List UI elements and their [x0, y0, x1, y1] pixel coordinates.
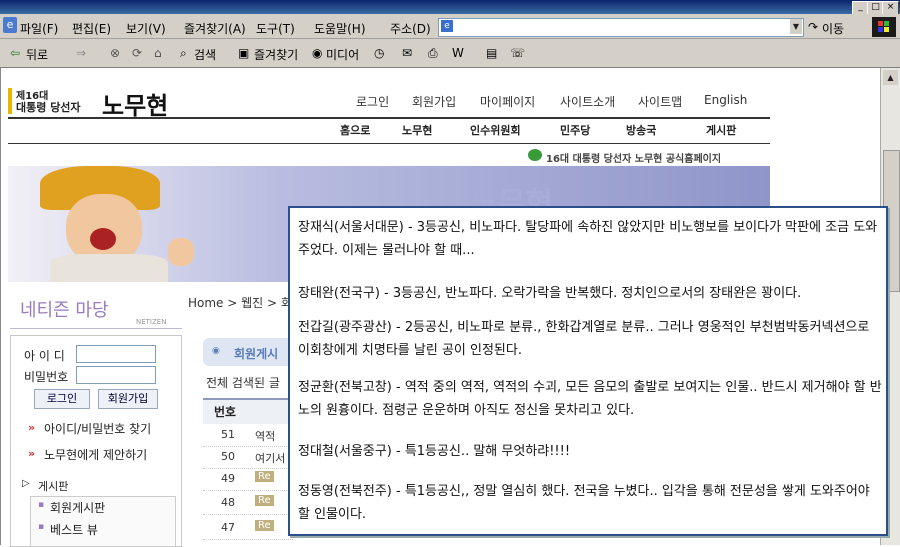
popup-entry: 장재식(서울서대문) - 3등공신, 비노파다. 탈당파에 속하진 않았지만 비… [298, 220, 878, 258]
board-heading: 게시판 [38, 480, 69, 493]
back-arrow-icon: ⇦ [10, 46, 21, 60]
triangle-icon: ▷ [22, 478, 30, 489]
login-button[interactable]: 로그인 [34, 389, 90, 409]
bullet-icon: ▪ [38, 522, 45, 532]
top-link-login[interactable]: 로그인 [356, 93, 389, 110]
table-row[interactable]: 49 Re [203, 468, 293, 491]
sidebar-divider [10, 328, 182, 329]
row-number: 48 [221, 496, 235, 509]
address-dropdown-icon[interactable]: ▼ [790, 19, 802, 34]
nav-committee[interactable]: 인수위원회 [470, 122, 521, 138]
media-icon: ◉ [312, 46, 323, 60]
ie-logo-icon: e [3, 17, 17, 33]
tab-bullet-icon: ◉ [212, 346, 220, 356]
row-title[interactable]: 여기서 [255, 450, 285, 466]
popup-entry: 정동영(전북전주) - 특1등공신,, 정말 열심히 했다. 전국을 누볐다..… [298, 484, 870, 522]
messenger-icon[interactable]: ☏ [510, 46, 525, 60]
forward-icon[interactable]: ⇒ [76, 46, 86, 60]
join-button[interactable]: 회원가입 [98, 389, 158, 409]
reply-badge[interactable]: Re [255, 520, 274, 531]
popup-entry: 장태완(전국구) - 3등공신, 반노파다. 오락가락을 반복했다. 정치인으로… [298, 286, 802, 301]
menu-view[interactable]: 보기(V) [126, 20, 166, 37]
pw-label: 비밀번호 [24, 370, 69, 384]
row-title[interactable]: 역적 [255, 428, 275, 444]
board-item-best[interactable]: 베스트 뷰 [50, 521, 98, 538]
table-row[interactable]: 50 여기서 [203, 446, 293, 469]
discuss-icon[interactable]: ▤ [486, 46, 497, 60]
row-number: 49 [221, 472, 235, 485]
search-button[interactable]: 검색 [194, 46, 216, 63]
sidebar-title-en: NETIZEN [136, 318, 167, 326]
nav-home[interactable]: 홈으로 [340, 122, 370, 138]
back-button[interactable]: 뒤로 [26, 46, 48, 63]
sidebar-title: 네티즌 마당 [20, 300, 109, 321]
home-icon[interactable]: ⌂ [154, 46, 162, 60]
go-button[interactable]: 이동 [822, 20, 844, 37]
top-link-mypage[interactable]: 마이페이지 [480, 93, 535, 110]
reply-badge[interactable]: Re [255, 471, 274, 482]
logo-small-2: 대통령 당선자 [16, 101, 81, 114]
text-popup: 장재식(서울서대문) - 3등공신, 비노파다. 탈당파에 속하진 않았지만 비… [288, 206, 888, 536]
party-logo-icon [528, 149, 542, 161]
menu-help[interactable]: 도움말(H) [314, 20, 366, 37]
col-number: 번호 [214, 405, 237, 419]
password-input[interactable] [76, 366, 156, 384]
id-label: 아 이 디 [24, 349, 65, 363]
close-button[interactable]: × [882, 1, 899, 15]
find-account-link[interactable]: 아이디/비밀번호 찾기 [44, 420, 151, 437]
print-icon[interactable]: ⎙ [428, 46, 438, 61]
popup-entry: 정균환(전북고창) - 역적 중의 역적, 역적의 수괴, 모든 음모의 출발로… [298, 380, 882, 418]
board-tab-label: 회원게시 [234, 347, 279, 361]
arrow-icon: » [28, 447, 36, 460]
logo-name[interactable]: 노무현 [102, 86, 168, 121]
top-link-sitemap[interactable]: 사이트맵 [638, 93, 682, 110]
popup-entry: 정대철(서울중구) - 특1등공신.. 말해 무엇하랴!!!! [298, 444, 571, 459]
breadcrumb: Home > 웹진 > 회 [188, 296, 292, 310]
row-number: 50 [221, 450, 235, 463]
nav-party[interactable]: 민주당 [560, 122, 590, 138]
suggest-link[interactable]: 노무현에게 제안하기 [44, 446, 147, 463]
popup-entry: 전갑길(광주광산) - 2등공신, 비노파로 분류., 한화갑계열로 분류.. … [298, 320, 870, 358]
media-button[interactable]: 미디어 [326, 46, 359, 63]
favorites-button[interactable]: 즐겨찾기 [254, 46, 298, 63]
refresh-icon[interactable]: ⟳ [132, 46, 142, 60]
top-link-english[interactable]: English [704, 93, 747, 107]
page-icon: e [441, 20, 453, 32]
bullet-icon: ▪ [38, 500, 45, 510]
menu-tools[interactable]: 도구(T) [256, 20, 295, 37]
search-result-info: 전체 검색된 글 [206, 376, 280, 390]
table-row[interactable]: 47 Re [203, 517, 293, 540]
nav-board[interactable]: 게시판 [706, 122, 736, 138]
nav-roh[interactable]: 노무현 [402, 122, 432, 138]
logo-bar [8, 88, 12, 114]
windows-logo-icon [872, 17, 896, 37]
row-number: 47 [221, 521, 235, 534]
menu-edit[interactable]: 편집(E) [72, 20, 111, 37]
id-input[interactable] [76, 345, 156, 363]
search-icon: ⌕ [180, 46, 187, 60]
table-row[interactable]: 48 Re [203, 492, 293, 515]
menu-favorites[interactable]: 즐겨찾기(A) [184, 20, 246, 37]
top-link-join[interactable]: 회원가입 [412, 93, 456, 110]
nav-broadcast[interactable]: 방송국 [626, 122, 656, 138]
edit-icon[interactable]: W [452, 46, 464, 60]
board-item-members[interactable]: 회원게시판 [50, 499, 105, 516]
table-row[interactable]: 51 역적 [203, 424, 293, 447]
favorites-icon: ▣ [238, 46, 250, 60]
arrow-icon: » [28, 421, 36, 434]
address-input[interactable] [438, 18, 804, 37]
top-link-about[interactable]: 사이트소개 [560, 93, 615, 110]
child-photo [30, 166, 194, 282]
reply-badge[interactable]: Re [255, 495, 274, 506]
go-arrow-icon: ↷ [808, 20, 819, 34]
row-number: 51 [221, 428, 235, 441]
official-tagline: 16대 대통령 당선자 노무현 공식홈페이지 [546, 154, 722, 165]
window-titlebar [0, 0, 900, 14]
stop-icon[interactable]: ⊗ [110, 46, 120, 60]
mail-icon[interactable]: ✉ [402, 46, 412, 60]
address-label: 주소(D) [390, 22, 431, 36]
scroll-up-icon[interactable]: ▲ [883, 70, 898, 85]
history-icon[interactable]: ◷ [374, 46, 384, 60]
menu-file[interactable]: 파일(F) [20, 20, 58, 37]
